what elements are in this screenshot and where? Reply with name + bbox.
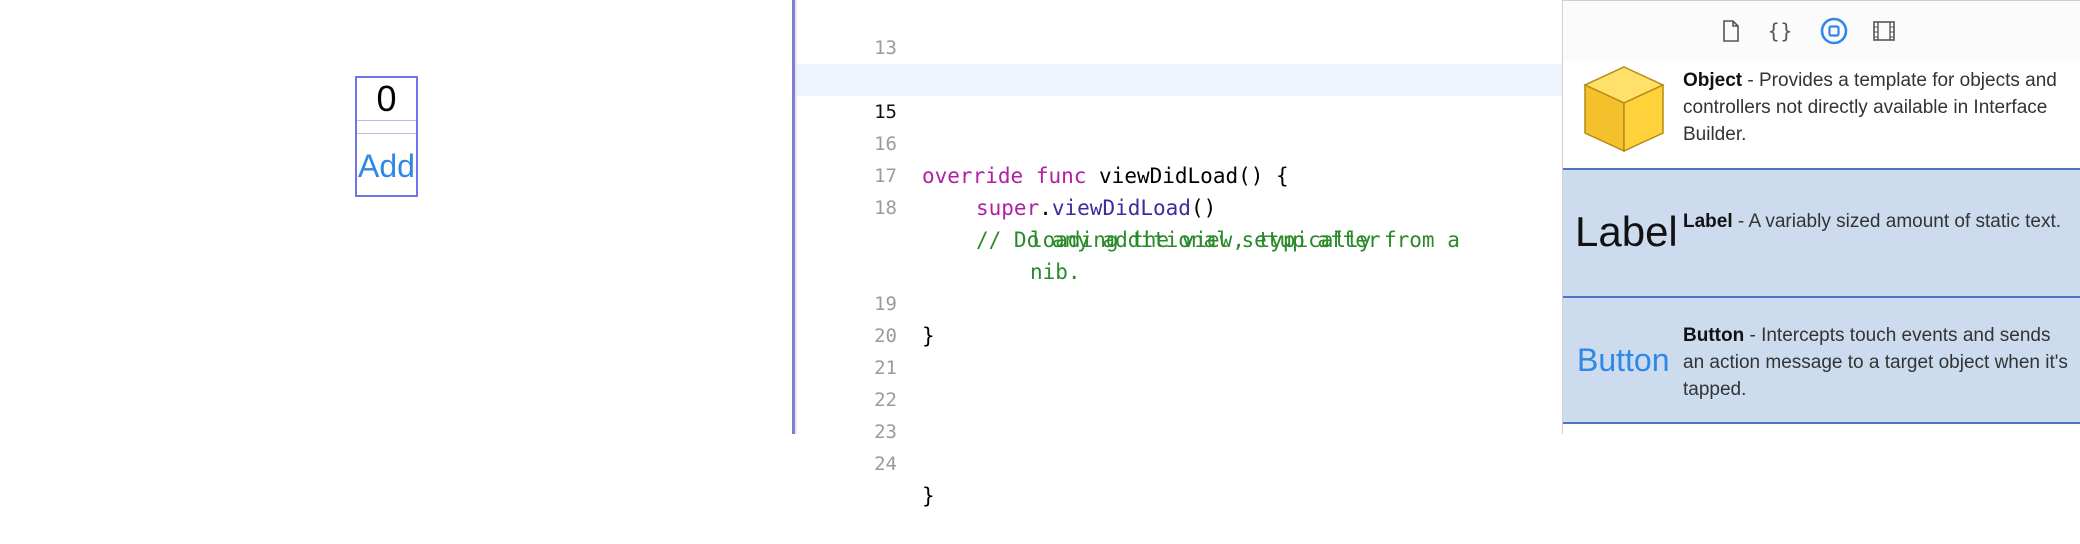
file-template-icon[interactable] [1715, 16, 1745, 46]
library-item-object[interactable]: Object - Provides a template for objects… [1563, 61, 2080, 170]
stack-spacer [357, 121, 416, 134]
code-text: } [922, 484, 935, 508]
code-line: 13 [797, 0, 1562, 59]
library-item-description: Button - Intercepts touch events and sen… [1683, 325, 2068, 400]
library-tab-bar: {} [1563, 0, 2080, 62]
current-code-line: 15 [797, 64, 1562, 123]
code-line: 16 override func viewDidLoad() { [797, 96, 1562, 188]
stack-view[interactable]: 0 Add [355, 76, 418, 197]
library-item-button[interactable]: Button Button - Intercepts touch events … [1563, 298, 2080, 424]
media-library-icon[interactable] [1869, 16, 1899, 46]
counter-label[interactable]: 0 [357, 78, 416, 121]
code-line-wrapped: nib. [797, 224, 1562, 284]
code-line: 20 [797, 288, 1562, 347]
line-number: 24 [874, 453, 897, 475]
object-cube-icon [1583, 66, 1665, 153]
code-editor[interactable]: 13 14 15 16 override func viewDidLoad() … [797, 0, 1562, 508]
object-library-icon[interactable] [1819, 16, 1849, 46]
code-line: 24 } [797, 416, 1562, 508]
svg-text:{}: {} [1767, 19, 1792, 43]
storyboard-canvas[interactable]: 0 Add [0, 0, 792, 434]
library-item-title: Object [1683, 70, 1743, 91]
label-preview: Label [1575, 208, 1678, 255]
library-item-description: Object - Provides a template for objects… [1683, 70, 2057, 145]
code-line: 18 // Do any additional setup after [797, 160, 1562, 252]
code-line: 23 [797, 384, 1562, 443]
library-item-title: Label [1683, 211, 1733, 232]
code-line-wrapped: loading the view, typically from a [797, 192, 1562, 252]
object-library-panel: {} Object - Provides a template for obje… [1562, 0, 2080, 434]
code-line: 19 } [797, 256, 1562, 348]
add-button[interactable]: Add [357, 134, 416, 195]
library-item-description: Label - A variably sized amount of stati… [1683, 211, 2062, 232]
code-line: 21 [797, 320, 1562, 379]
code-line: 17 super.viewDidLoad() [797, 128, 1562, 220]
button-preview: Button [1577, 342, 1670, 378]
code-line: 22 [797, 352, 1562, 411]
code-snippet-icon[interactable]: {} [1765, 16, 1795, 46]
code-line: 14 [797, 32, 1562, 91]
library-item-label[interactable]: Label Label - A variably sized amount of… [1563, 170, 2080, 298]
library-item-title: Button [1683, 325, 1745, 346]
